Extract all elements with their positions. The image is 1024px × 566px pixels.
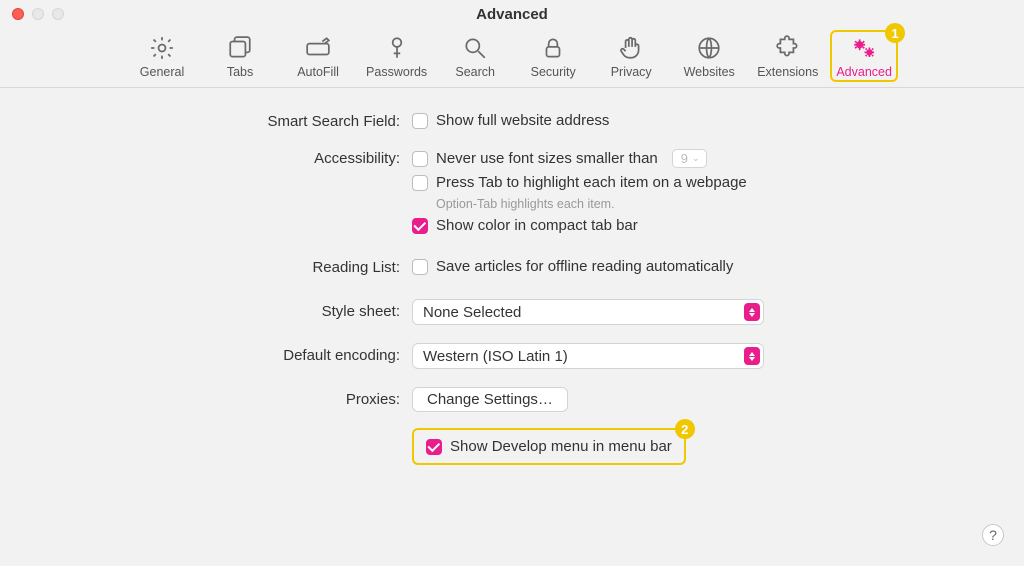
select-value: None Selected (423, 304, 521, 321)
updown-arrows-icon (744, 303, 760, 321)
title-bar: Advanced (0, 0, 1024, 28)
default-encoding-select[interactable]: Western (ISO Latin 1) (412, 343, 764, 369)
tab-extensions[interactable]: Extensions (757, 34, 818, 79)
row-label: Smart Search Field: (40, 112, 412, 130)
row-label-empty (40, 426, 412, 427)
toolbar-label: General (140, 65, 184, 79)
tab-autofill[interactable]: AutoFill (288, 34, 348, 79)
checkbox-offline-reading[interactable] (412, 259, 428, 275)
row-default-encoding: Default encoding: Western (ISO Latin 1) (40, 343, 984, 369)
change-settings-button[interactable]: Change Settings… (412, 387, 568, 412)
row-label: Reading List: (40, 258, 412, 276)
tab-websites[interactable]: Websites (679, 34, 739, 79)
tab-tabs[interactable]: Tabs (210, 34, 270, 79)
toolbar-label: Tabs (227, 65, 253, 79)
tabs-icon (227, 34, 253, 62)
toolbar-label: Extensions (757, 65, 818, 79)
window-title: Advanced (0, 6, 1024, 23)
puzzle-icon (775, 34, 801, 62)
tab-passwords[interactable]: Passwords (366, 34, 427, 79)
row-proxies: Proxies: Change Settings… (40, 387, 984, 412)
search-icon (462, 34, 488, 62)
toolbar-label: Security (531, 65, 576, 79)
checkbox-show-full-url[interactable] (412, 113, 428, 129)
row-label: Style sheet: (40, 299, 412, 320)
globe-icon (696, 34, 722, 62)
checkbox-label: Press Tab to highlight each item on a we… (436, 174, 747, 191)
option-tab-hint: Option-Tab highlights each item. (436, 197, 984, 211)
checkbox-min-font-size[interactable] (412, 151, 428, 167)
lock-icon (540, 34, 566, 62)
row-smart-search: Smart Search Field: Show full website ad… (40, 112, 984, 135)
updown-arrows-icon (744, 347, 760, 365)
row-reading-list: Reading List: Save articles for offline … (40, 258, 984, 281)
toolbar-label: Websites (684, 65, 735, 79)
checkbox-show-develop-menu[interactable] (426, 439, 442, 455)
checkbox-compact-tab-color[interactable] (412, 218, 428, 234)
autofill-icon (305, 34, 331, 62)
checkbox-label: Show Develop menu in menu bar (450, 438, 672, 455)
develop-menu-highlight: Show Develop menu in menu bar 2 (412, 428, 686, 465)
toolbar-label: Privacy (611, 65, 652, 79)
row-style-sheet: Style sheet: None Selected (40, 299, 984, 325)
annotation-badge-2: 2 (675, 419, 695, 439)
checkbox-label: Never use font sizes smaller than (436, 150, 658, 167)
preferences-toolbar: General Tabs AutoFill Passwords Search S… (0, 28, 1024, 88)
select-value: Western (ISO Latin 1) (423, 348, 568, 365)
chevron-down-icon: ⌄ (692, 153, 700, 164)
checkbox-label: Show color in compact tab bar (436, 217, 638, 234)
row-label: Accessibility: (40, 149, 412, 167)
tab-general[interactable]: General (132, 34, 192, 79)
toolbar-label: AutoFill (297, 65, 339, 79)
font-size-value: 9 (681, 151, 688, 166)
key-icon (384, 34, 410, 62)
help-button[interactable]: ? (982, 524, 1004, 546)
gears-icon (851, 34, 877, 62)
tab-advanced[interactable]: Advanced 1 (830, 30, 898, 82)
toolbar-label: Advanced (836, 65, 892, 79)
annotation-badge-1: 1 (885, 23, 905, 43)
hand-icon (618, 34, 644, 62)
toolbar-label: Search (455, 65, 495, 79)
style-sheet-select[interactable]: None Selected (412, 299, 764, 325)
preferences-content: Smart Search Field: Show full website ad… (0, 88, 1024, 503)
checkbox-label: Show full website address (436, 112, 609, 129)
row-label: Default encoding: (40, 343, 412, 364)
checkbox-label: Save articles for offline reading automa… (436, 258, 733, 275)
toolbar-label: Passwords (366, 65, 427, 79)
row-accessibility: Accessibility: Never use font sizes smal… (40, 149, 984, 240)
checkbox-tab-highlight[interactable] (412, 175, 428, 191)
font-size-select[interactable]: 9 ⌄ (672, 149, 707, 168)
tab-privacy[interactable]: Privacy (601, 34, 661, 79)
tab-search[interactable]: Search (445, 34, 505, 79)
gear-icon (149, 34, 175, 62)
row-develop-menu: Show Develop menu in menu bar 2 (40, 426, 984, 465)
tab-security[interactable]: Security (523, 34, 583, 79)
row-label: Proxies: (40, 387, 412, 408)
